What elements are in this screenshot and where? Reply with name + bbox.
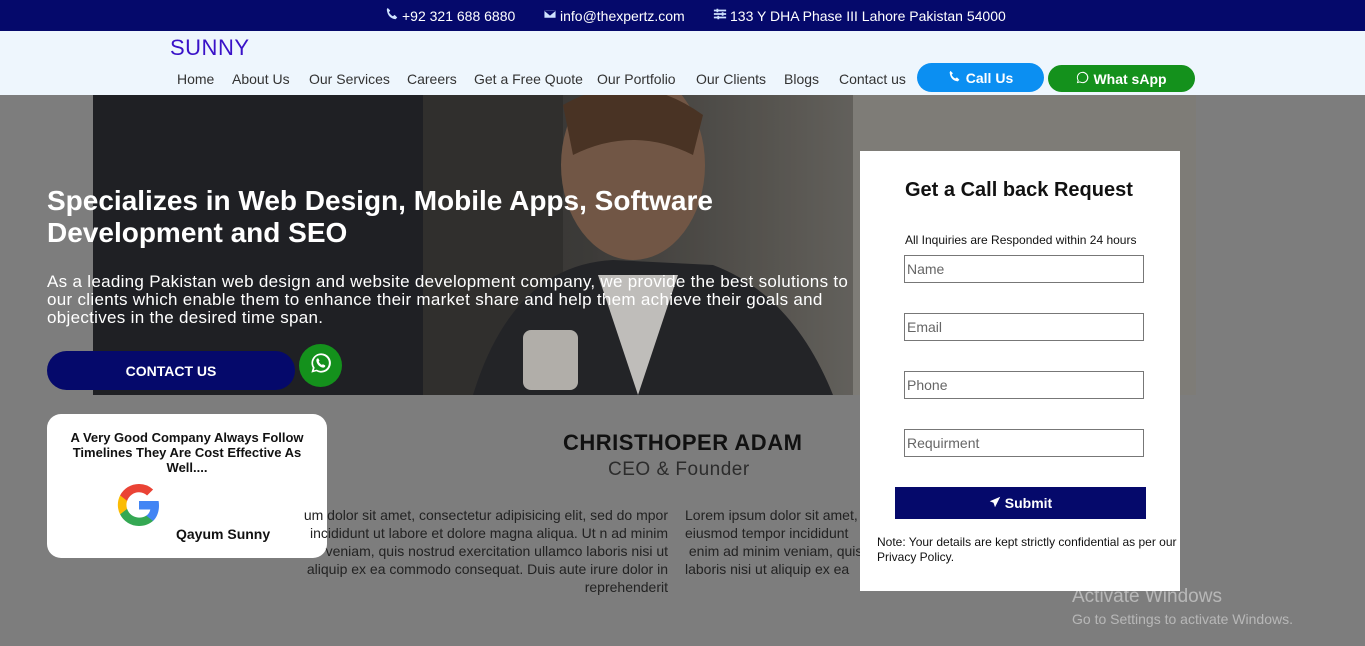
- testimonial-text-right: Lorem ipsum dolor sit amet, eiusmod temp…: [685, 506, 860, 578]
- testimonial-name: CHRISTHOPER ADAM: [563, 430, 803, 455]
- nav-our-clients[interactable]: Our Clients: [696, 71, 766, 87]
- testimonial-line: enim ad minim veniam, quis: [685, 543, 860, 559]
- nav-about-us[interactable]: About Us: [232, 71, 290, 87]
- phone-icon: [385, 7, 399, 24]
- activate-windows-title: Activate Windows: [1072, 586, 1222, 607]
- callback-form: Get a Call back Request All Inquiries ar…: [860, 151, 1180, 591]
- top-contact-bar: +92 321 688 6880 info@thexpertz.com 133 …: [0, 0, 1365, 31]
- testimonial-line: Lorem ipsum dolor sit amet,: [685, 507, 858, 523]
- nav-free-quote[interactable]: Get a Free Quote: [474, 71, 583, 87]
- topbar-phone[interactable]: +92 321 688 6880: [385, 7, 515, 24]
- hero-title: Specializes in Web Design, Mobile Apps, …: [47, 185, 713, 248]
- topbar-address: 133 Y DHA Phase III Lahore Pakistan 5400…: [713, 7, 1006, 24]
- topbar-address-text: 133 Y DHA Phase III Lahore Pakistan 5400…: [730, 7, 1006, 24]
- topbar-email-text: info@thexpertz.com: [560, 7, 685, 24]
- phone-input[interactable]: [904, 371, 1144, 399]
- whatsapp-icon: [1076, 71, 1089, 87]
- google-icon: [117, 483, 159, 527]
- site-header: SUNNY Home About Us Our Services Careers…: [0, 31, 1365, 95]
- whatsapp-button[interactable]: What sApp: [1048, 65, 1195, 92]
- whatsapp-label: What sApp: [1093, 70, 1167, 87]
- topbar-email[interactable]: info@thexpertz.com: [543, 7, 685, 24]
- nav-home[interactable]: Home: [177, 71, 214, 87]
- review-author: Qayum Sunny: [176, 526, 271, 542]
- review-quote: A Very Good Company Always Follow Timeli…: [70, 430, 304, 475]
- activate-windows-subtitle: Go to Settings to activate Windows.: [1072, 611, 1293, 627]
- call-us-button[interactable]: Call Us: [917, 63, 1044, 92]
- testimonial-line: laboris nisi ut aliquip ex ea: [685, 561, 850, 577]
- testimonial-line: eiusmod tempor incididunt: [685, 525, 849, 541]
- nav-our-portfolio[interactable]: Our Portfolio: [597, 71, 676, 87]
- email-input[interactable]: [904, 313, 1144, 341]
- submit-label: Submit: [1004, 495, 1053, 511]
- whatsapp-icon: [310, 352, 332, 379]
- sliders-icon: [713, 7, 727, 24]
- privacy-note: Note: Your details are kept strictly con…: [877, 535, 1177, 564]
- nav-blogs[interactable]: Blogs: [784, 71, 819, 87]
- nav-contact-us[interactable]: Contact us: [839, 71, 906, 87]
- testimonial-text-left: um dolor sit amet, consectetur adipisici…: [303, 507, 668, 595]
- phone-icon: [948, 70, 961, 86]
- call-us-label: Call Us: [965, 69, 1014, 86]
- nav-careers[interactable]: Careers: [407, 71, 457, 87]
- whatsapp-float-button[interactable]: [299, 344, 342, 387]
- form-title: Get a Call back Request: [905, 179, 1133, 201]
- nav-our-services[interactable]: Our Services: [309, 71, 390, 87]
- form-subtitle: All Inquiries are Responded within 24 ho…: [905, 233, 1137, 247]
- envelope-icon: [543, 7, 557, 24]
- paper-plane-icon: [989, 495, 1001, 511]
- hero-description: As a leading Pakistan web design and web…: [47, 272, 849, 327]
- site-logo[interactable]: SUNNY: [170, 35, 250, 61]
- name-input[interactable]: [904, 255, 1144, 283]
- requirement-input[interactable]: [904, 429, 1144, 457]
- submit-button[interactable]: Submit: [895, 487, 1146, 519]
- contact-us-button[interactable]: CONTACT US: [47, 351, 295, 390]
- testimonial-role: CEO & Founder: [608, 459, 750, 480]
- topbar-phone-text: +92 321 688 6880: [402, 7, 516, 24]
